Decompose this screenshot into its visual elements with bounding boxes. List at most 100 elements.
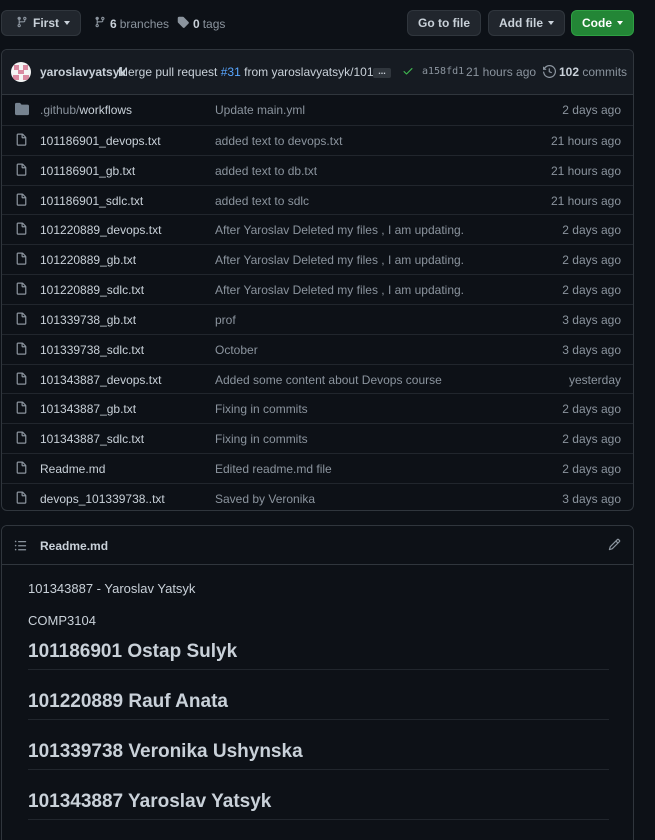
file-row[interactable]: 101339738_gb.txt prof 3 days ago <box>2 303 633 334</box>
file-icon <box>15 401 28 418</box>
file-name-link[interactable]: .github/workflows <box>40 103 132 117</box>
file-commit-message-link[interactable]: added text to sdlc <box>215 194 309 208</box>
file-name: 101186901_devops.txt <box>40 133 161 148</box>
code-button[interactable]: Code <box>571 10 634 36</box>
file-commit-message-link[interactable]: Edited readme.md file <box>215 462 332 476</box>
file-commit-age: 2 days ago <box>562 432 621 447</box>
file-name: 101220889_gb.txt <box>40 253 137 268</box>
file-icon <box>15 222 28 239</box>
file-name-link[interactable]: 101186901_sdlc.txt <box>40 194 143 208</box>
commits-label: commits <box>582 65 628 79</box>
file-row[interactable]: 101343887_sdlc.txt Fixing in commits 2 day… <box>2 423 633 453</box>
file-commit-message-link[interactable]: added text to devops.txt <box>215 134 342 148</box>
folder-icon <box>15 102 29 119</box>
file-name-link[interactable]: 101220889_sdlc.txt <box>40 283 144 297</box>
file-commit-age: yesterday <box>568 372 621 387</box>
commits-link[interactable]: 102 commits <box>559 65 627 79</box>
readme-panel: Readme.md 101343887 - Yaroslav Yatsyk CO… <box>1 525 634 840</box>
pencil-icon[interactable] <box>608 538 621 554</box>
file-row[interactable]: 101220889_gb.txt After Yaroslav Deleted m… <box>2 244 633 274</box>
file-commit-age: 21 hours ago <box>550 163 621 178</box>
file-row[interactable]: devops_101339738..txt Saved by Veronika 3 … <box>2 482 633 510</box>
file-name-link[interactable]: 101343887_devops.txt <box>40 373 161 387</box>
expand-message-button[interactable]: ... <box>373 67 391 78</box>
file-name-link[interactable]: 101186901_devops.txt <box>40 134 161 148</box>
file-commit-age: 2 days ago <box>562 103 621 117</box>
repo-page: First 6 branches 0 tags Go to file Add f… <box>0 0 655 840</box>
commit-time: 21 hours ago <box>466 65 537 79</box>
file-commit-message-link[interactable]: After Yaroslav Deleted my files , I am u… <box>215 223 464 237</box>
go-to-file-button[interactable]: Go to file <box>407 10 481 36</box>
file-commit-age: 21 hours ago <box>550 133 621 148</box>
file-commit-message-link[interactable]: added text to db.txt <box>215 164 317 178</box>
file-icon <box>15 163 28 180</box>
list-unordered-icon[interactable] <box>14 539 27 555</box>
file-commit-age: 2 days ago <box>562 283 621 298</box>
file-name-link[interactable]: devops_101339738..txt <box>40 492 165 506</box>
file-commit-message-link[interactable]: Update main.yml <box>215 103 305 117</box>
file-icon <box>15 461 28 478</box>
branches-link[interactable]: 6 branches <box>94 16 169 31</box>
file-commit-message-link[interactable]: prof <box>215 313 236 327</box>
file-name-link[interactable]: Readme.md <box>40 462 105 476</box>
chevron-down-icon <box>548 21 554 25</box>
file-name-link[interactable]: 101220889_gb.txt <box>40 253 136 267</box>
file-name: 101343887_devops.txt <box>40 372 162 387</box>
file-name: 101220889_devops.txt <box>40 223 162 238</box>
file-name-link[interactable]: 101343887_gb.txt <box>40 402 136 416</box>
commit-message[interactable]: Merge pull request #31 from yaroslavyats… <box>118 65 384 79</box>
file-name: workflows <box>79 103 133 117</box>
file-icon <box>15 342 28 359</box>
file-name: 101186901_gb.txt <box>40 163 136 178</box>
readme-heading: 101339738 Veronika Ushynska <box>28 741 609 770</box>
branch-select-button[interactable]: First <box>1 10 81 36</box>
file-row[interactable]: 101186901_gb.txt added text to db.txt 21 h… <box>2 154 633 185</box>
file-commit-message-link[interactable]: Added some content about Devops course <box>215 373 442 387</box>
file-name-link[interactable]: 101339738_gb.txt <box>40 313 136 327</box>
tag-icon <box>177 16 189 31</box>
tags-link[interactable]: 0 tags <box>177 16 225 31</box>
file-row[interactable]: 101343887_devops.txt Added some content a… <box>2 363 633 394</box>
file-commit-message-link[interactable]: After Yaroslav Deleted my files , I am u… <box>215 253 464 267</box>
file-commit-age: 2 days ago <box>562 223 621 238</box>
file-row[interactable]: 101220889_devops.txt After Yaroslav Delet… <box>2 214 633 244</box>
file-commit-message-link[interactable]: October <box>215 343 258 357</box>
repo-toolbar: First 6 branches 0 tags Go to file Add f… <box>0 10 640 38</box>
branches-count: 6 <box>110 16 117 31</box>
file-row[interactable]: 101343887_gb.txt Fixing in commits 2 days … <box>2 393 633 423</box>
add-file-label: Add file <box>499 16 543 30</box>
avatar[interactable] <box>11 62 31 82</box>
file-row[interactable]: 101186901_sdlc.txt added text to sdlc 21 h… <box>2 184 633 215</box>
file-row[interactable]: .github/workflows Update main.yml 2 days a… <box>2 95 633 125</box>
commits-count: 102 <box>559 65 580 79</box>
file-name: 101339738_sdlc.txt <box>40 342 145 357</box>
file-name-link[interactable]: 101339738_sdlc.txt <box>40 343 144 357</box>
pull-request-link[interactable]: #31 <box>221 65 241 79</box>
check-icon[interactable] <box>402 65 414 80</box>
history-icon[interactable] <box>543 64 557 81</box>
file-name-link[interactable]: 101343887_sdlc.txt <box>40 432 144 446</box>
file-icon <box>15 312 28 329</box>
chevron-down-icon <box>617 21 623 25</box>
file-row[interactable]: 101339738_sdlc.txt October 3 days ago <box>2 333 633 364</box>
file-commit-message-link[interactable]: Fixing in commits <box>215 432 308 446</box>
readme-title-link[interactable]: Readme.md <box>40 539 108 553</box>
file-row[interactable]: 101186901_devops.txt added text to devops… <box>2 124 633 155</box>
file-name-link[interactable]: 101186901_gb.txt <box>40 164 135 178</box>
file-row[interactable]: 101220889_sdlc.txt After Yaroslav Deleted… <box>2 274 633 304</box>
go-to-file-label: Go to file <box>418 16 470 30</box>
file-path-prefix: .github/ <box>40 103 80 117</box>
file-name: 101220889_sdlc.txt <box>40 283 145 298</box>
add-file-button[interactable]: Add file <box>488 10 565 36</box>
file-icon <box>15 491 28 508</box>
file-row[interactable]: Readme.md Edited readme.md file 2 days ago <box>2 453 633 483</box>
commit-author-link[interactable]: yaroslavyatsyk <box>40 65 126 79</box>
file-commit-message-link[interactable]: After Yaroslav Deleted my files , I am u… <box>215 283 464 297</box>
readme-heading: 101343887 Yaroslav Yatsyk <box>28 791 609 820</box>
file-name-link[interactable]: 101220889_devops.txt <box>40 223 161 237</box>
file-commit-message-link[interactable]: Saved by Veronika <box>215 492 315 506</box>
commit-sha-link[interactable]: a158fd1 <box>422 66 464 77</box>
file-icon <box>15 193 28 210</box>
file-commit-message-link[interactable]: Fixing in commits <box>215 402 308 416</box>
branches-label: branches <box>119 16 170 31</box>
